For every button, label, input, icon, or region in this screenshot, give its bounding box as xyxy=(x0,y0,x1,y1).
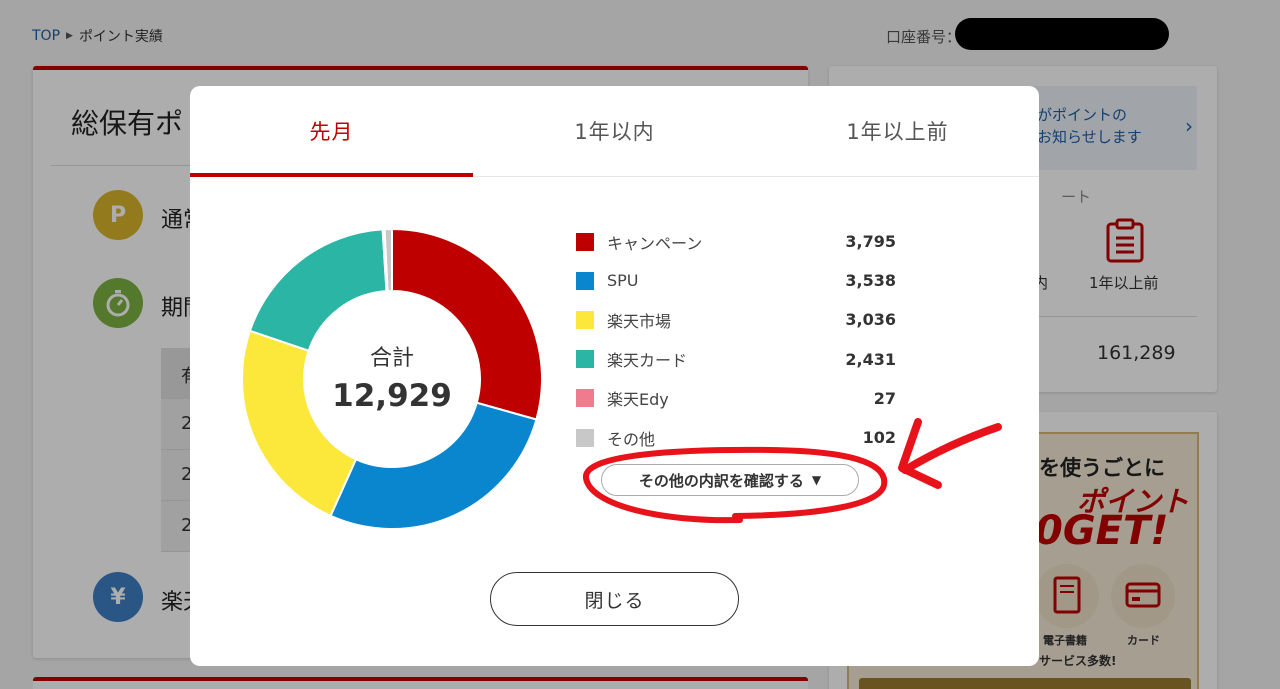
legend-item-rakuten-ichiba: 楽天市場 3,036 xyxy=(576,300,896,339)
legend-label: 楽天カード xyxy=(607,351,688,371)
legend-label: 楽天Edy xyxy=(607,390,669,410)
legend-swatch xyxy=(576,428,594,447)
legend-label: 楽天市場 xyxy=(607,311,672,331)
legend-value: 102 xyxy=(862,428,896,448)
legend-label: キャンペーン xyxy=(607,233,703,253)
legend-value: 3,036 xyxy=(845,310,896,330)
legend-swatch xyxy=(576,232,594,251)
triangle-down-icon: ▼ xyxy=(811,473,822,487)
legend-item-spu: SPU 3,538 xyxy=(576,261,896,300)
legend-value: 3,538 xyxy=(845,271,896,291)
legend-swatch xyxy=(576,350,594,369)
tab-over-one-year[interactable]: 1年以上前 xyxy=(756,86,1039,176)
legend-item-campaign: キャンペーン 3,795 xyxy=(576,222,896,261)
close-button[interactable]: 閉じる xyxy=(490,572,739,626)
tab-last-month[interactable]: 先月 xyxy=(190,86,473,177)
donut-total-label: 合計 xyxy=(369,346,414,371)
chart-legend: キャンペーン 3,795 SPU 3,538 楽天市場 3,036 楽天カード … xyxy=(576,222,896,457)
period-tabs: 先月 1年以内 1年以上前 xyxy=(190,86,1039,177)
other-breakdown-button[interactable]: その他の内訳を確認する ▼ xyxy=(601,464,859,496)
legend-value: 2,431 xyxy=(845,349,896,369)
legend-label: SPU xyxy=(607,271,639,291)
legend-label: その他 xyxy=(607,429,656,449)
legend-value: 27 xyxy=(873,388,896,408)
donut-total-value: 12,929 xyxy=(332,378,452,414)
donut-slice-spu xyxy=(329,401,538,529)
legend-item-other: その他 102 xyxy=(576,418,896,457)
other-breakdown-button-label: その他の内訳を確認する xyxy=(638,471,804,490)
legend-swatch xyxy=(576,271,594,290)
legend-swatch xyxy=(576,389,594,408)
legend-item-rakuten-edy: 楽天Edy 27 xyxy=(576,379,896,418)
donut-slice-rakuten-card xyxy=(248,229,388,353)
legend-value: 3,795 xyxy=(845,232,896,252)
legend-item-rakuten-card: 楽天カード 2,431 xyxy=(576,340,896,379)
tab-within-one-year[interactable]: 1年以内 xyxy=(473,86,756,176)
point-breakdown-modal: 先月 1年以内 1年以上前 合計 12,929 キャンペーン 3,795 SPU… xyxy=(190,86,1039,666)
legend-swatch xyxy=(576,310,594,329)
